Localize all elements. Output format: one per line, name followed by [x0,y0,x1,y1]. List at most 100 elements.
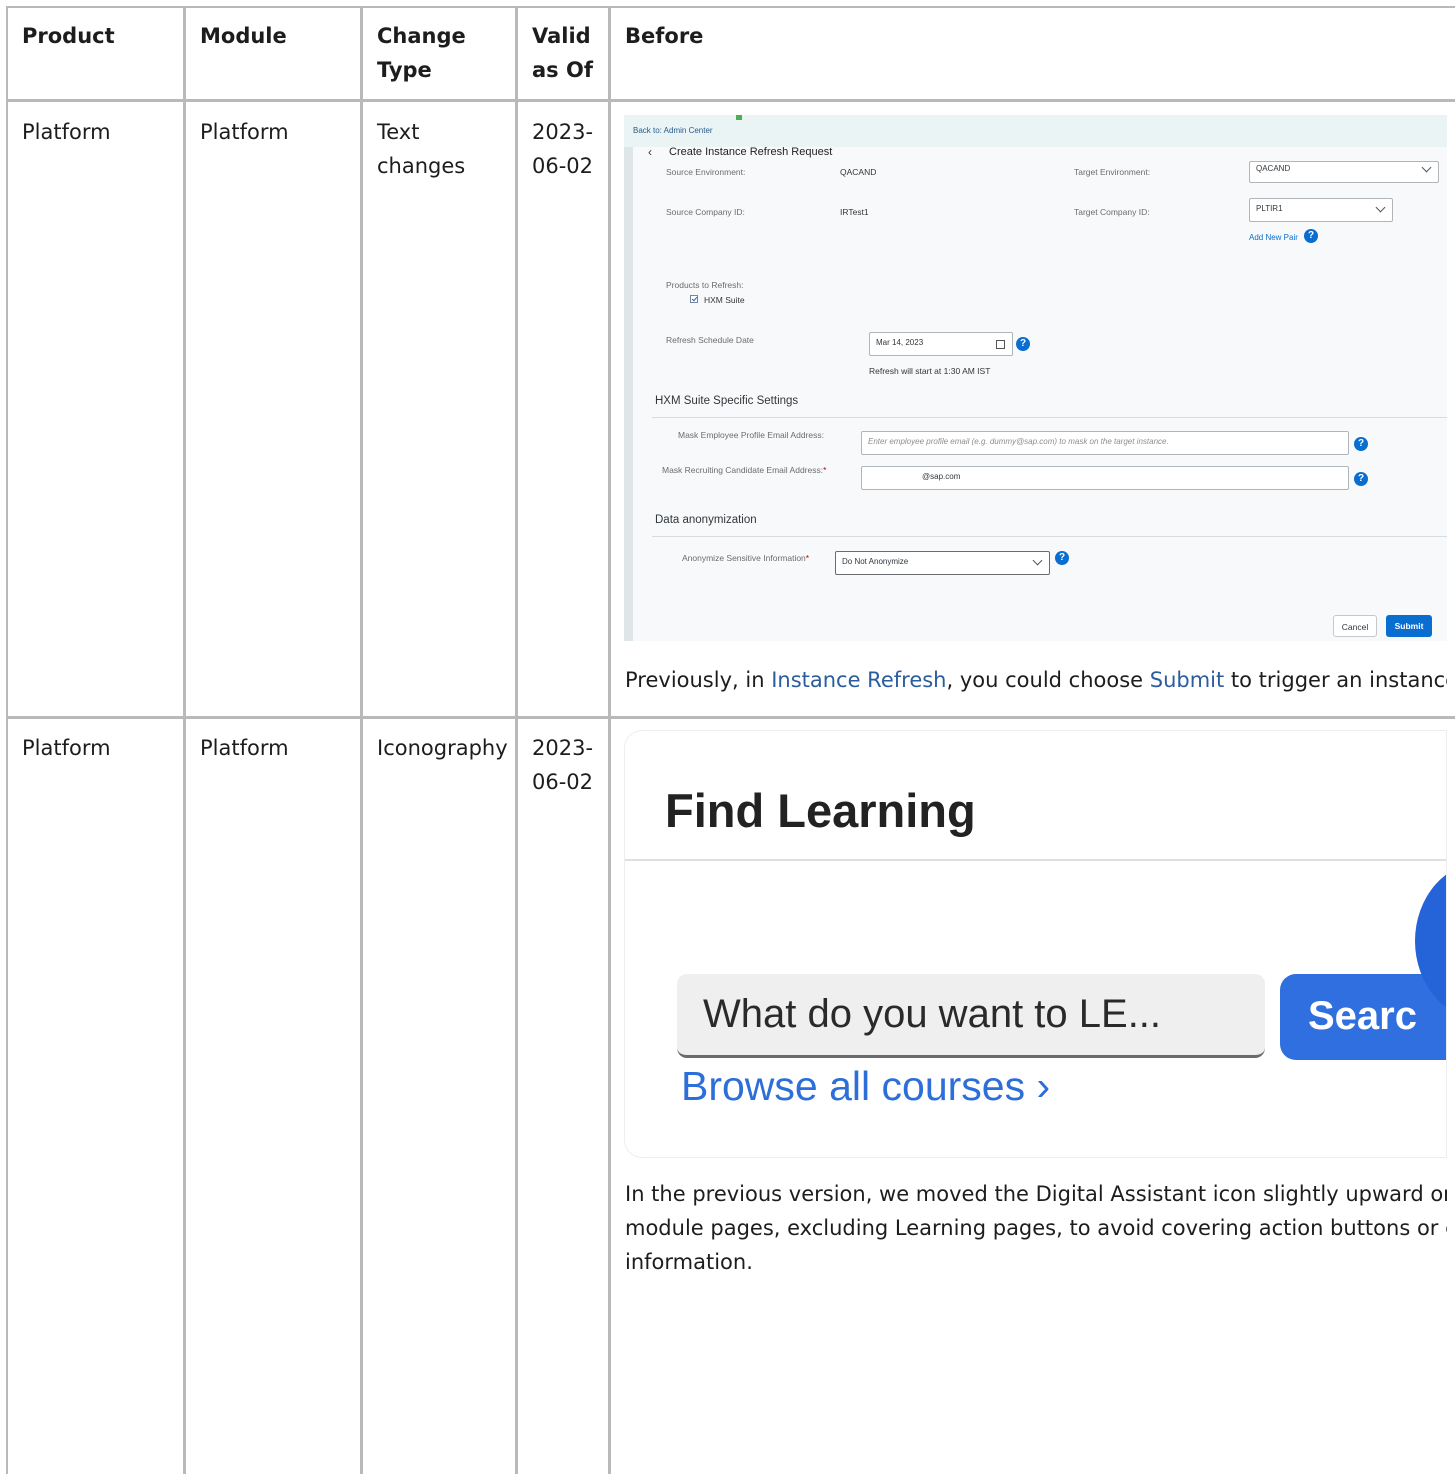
source-env-label: Source Environment: [666,167,746,177]
search-button[interactable]: Searc [1280,974,1446,1060]
anonymize-select[interactable]: Do Not Anonymize [835,551,1050,575]
schedule-note: Refresh will start at 1:30 AM IST [869,366,991,376]
row2-before-line3: information. [625,1250,753,1274]
find-learning-screenshot: Find Learning What do you want to LE... … [624,730,1447,1158]
hxm-settings-title: HXM Suite Specific Settings [655,395,799,407]
schedule-label: Refresh Schedule Date [666,335,754,345]
required-marker: * [823,465,827,475]
shot1-side-strip [624,147,633,641]
row2-valid-line1: 2023- [532,736,594,760]
add-new-pair-link[interactable]: Add New Pair [1249,233,1298,242]
submit-keyword: Submit [1149,668,1225,692]
row1-product: Platform [22,120,111,144]
table-col-line-0 [6,6,8,1474]
mask-employee-input[interactable]: Enter employee profile email (e.g. dummy… [861,431,1349,455]
table-border-row1 [6,716,1455,719]
row1-valid-as-of: 2023- 06-02 [532,115,593,183]
source-company-value: IRTest1 [840,207,869,217]
mask-candidate-value: @sap.com [922,472,961,481]
hxm-suite-label: HXM Suite [704,295,745,305]
target-company-value: PLTIR1 [1256,204,1283,213]
back-to-admin-link[interactable]: Back to: Admin Center [633,126,713,135]
cancel-button[interactable]: Cancel [1333,615,1377,637]
header-valid-as-of: Valid as Of [532,19,593,87]
mask-candidate-input[interactable]: @sap.com [861,466,1349,490]
row2-module: Platform [200,736,289,760]
calendar-icon[interactable] [996,340,1005,349]
title-divider [625,859,1446,861]
table-border-header [6,99,1455,102]
back-chevron-icon[interactable]: ‹ [648,145,652,159]
instance-refresh-screenshot: Back to: Admin Center ‹ Create Instance … [624,115,1447,641]
row1-before-prefix: Previously, in [625,668,772,692]
help-icon[interactable]: ? [1055,551,1069,565]
header-change-type-line2: Type [377,58,432,82]
row1-before-middle: , you could choose [946,668,1150,692]
table-col-line-3 [515,6,518,1474]
row2-product: Platform [22,736,111,760]
section-divider [652,536,1447,537]
target-company-label: Target Company ID: [1074,207,1150,217]
table-border-top [6,6,1455,8]
mask-employee-placeholder: Enter employee profile email (e.g. dummy… [868,437,1169,446]
schedule-date-input[interactable]: Mar 14, 2023 [869,332,1013,356]
hxm-suite-checkbox[interactable] [690,295,698,303]
anonymize-label: Anonymize Sensitive Information* [682,553,809,563]
row1-change-type: Text changes [377,115,465,183]
chevron-down-icon [1421,162,1432,173]
find-learning-title: Find Learning [665,784,976,837]
mask-candidate-label: Mask Recruiting Candidate Email Address:… [662,465,826,475]
header-before: Before [625,24,704,48]
row1-change-type-line1: Text [377,120,420,144]
help-icon[interactable]: ? [1304,229,1318,243]
source-company-label: Source Company ID: [666,207,745,217]
shot1-green-mark [736,115,742,120]
shot1-page-title: Create Instance Refresh Request [669,146,833,158]
help-icon[interactable]: ? [1354,437,1368,451]
source-env-value: QACAND [840,167,877,177]
instance-refresh-keyword: Instance Refresh [771,668,947,692]
table-col-line-2 [360,6,363,1474]
row2-change-type: Iconography [377,736,508,760]
row1-change-type-line2: changes [377,154,466,178]
learning-search-input[interactable]: What do you want to LE... [677,974,1265,1058]
section-divider [652,417,1447,418]
target-env-label: Target Environment: [1074,167,1151,177]
shot1-topbar [624,115,1447,147]
submit-button[interactable]: Submit [1386,615,1432,637]
schedule-date-value: Mar 14, 2023 [876,338,924,347]
row1-module: Platform [200,120,289,144]
anonymize-value: Do Not Anonymize [842,557,909,566]
row2-before-line2: module pages, excluding Learning pages, … [625,1216,1447,1240]
row1-valid-line2: 06-02 [532,154,594,178]
header-change-type: Change Type [377,19,466,87]
required-marker: * [805,553,810,563]
row1-before-text: Previously, in Instance Refresh, you cou… [625,663,1447,697]
table-col-line-4 [608,6,611,1474]
products-label: Products to Refresh: [666,280,744,290]
header-valid-line2: as Of [532,58,593,82]
anonymize-label-text: Anonymize Sensitive Information [682,553,806,563]
chevron-down-icon [1032,555,1043,566]
target-env-select[interactable]: QACAND [1249,161,1439,183]
table-col-line-1 [183,6,186,1474]
browse-all-courses-link[interactable]: Browse all courses › [681,1063,1050,1110]
header-product: Product [22,24,115,48]
header-valid-line1: Valid [532,24,591,48]
target-company-select[interactable]: PLTIR1 [1249,198,1393,222]
row1-before-suffix: to trigger an instance r [1230,668,1447,692]
row2-before-line1: In the previous version, we moved the Di… [625,1182,1447,1206]
help-icon[interactable]: ? [1016,337,1030,351]
header-module: Module [200,24,287,48]
chevron-down-icon [1375,202,1386,213]
mask-candidate-label-text: Mask Recruiting Candidate Email Address: [662,465,824,475]
row2-valid-as-of: 2023- 06-02 [532,731,593,799]
help-icon[interactable]: ? [1354,472,1368,486]
row2-before-text: In the previous version, we moved the Di… [625,1177,1447,1279]
header-change-type-line1: Change [377,24,466,48]
mask-employee-label: Mask Employee Profile Email Address: [678,430,824,440]
target-env-value: QACAND [1256,164,1291,173]
row1-valid-line1: 2023- [532,120,594,144]
row2-valid-line2: 06-02 [532,770,594,794]
anonymization-title: Data anonymization [655,514,757,526]
